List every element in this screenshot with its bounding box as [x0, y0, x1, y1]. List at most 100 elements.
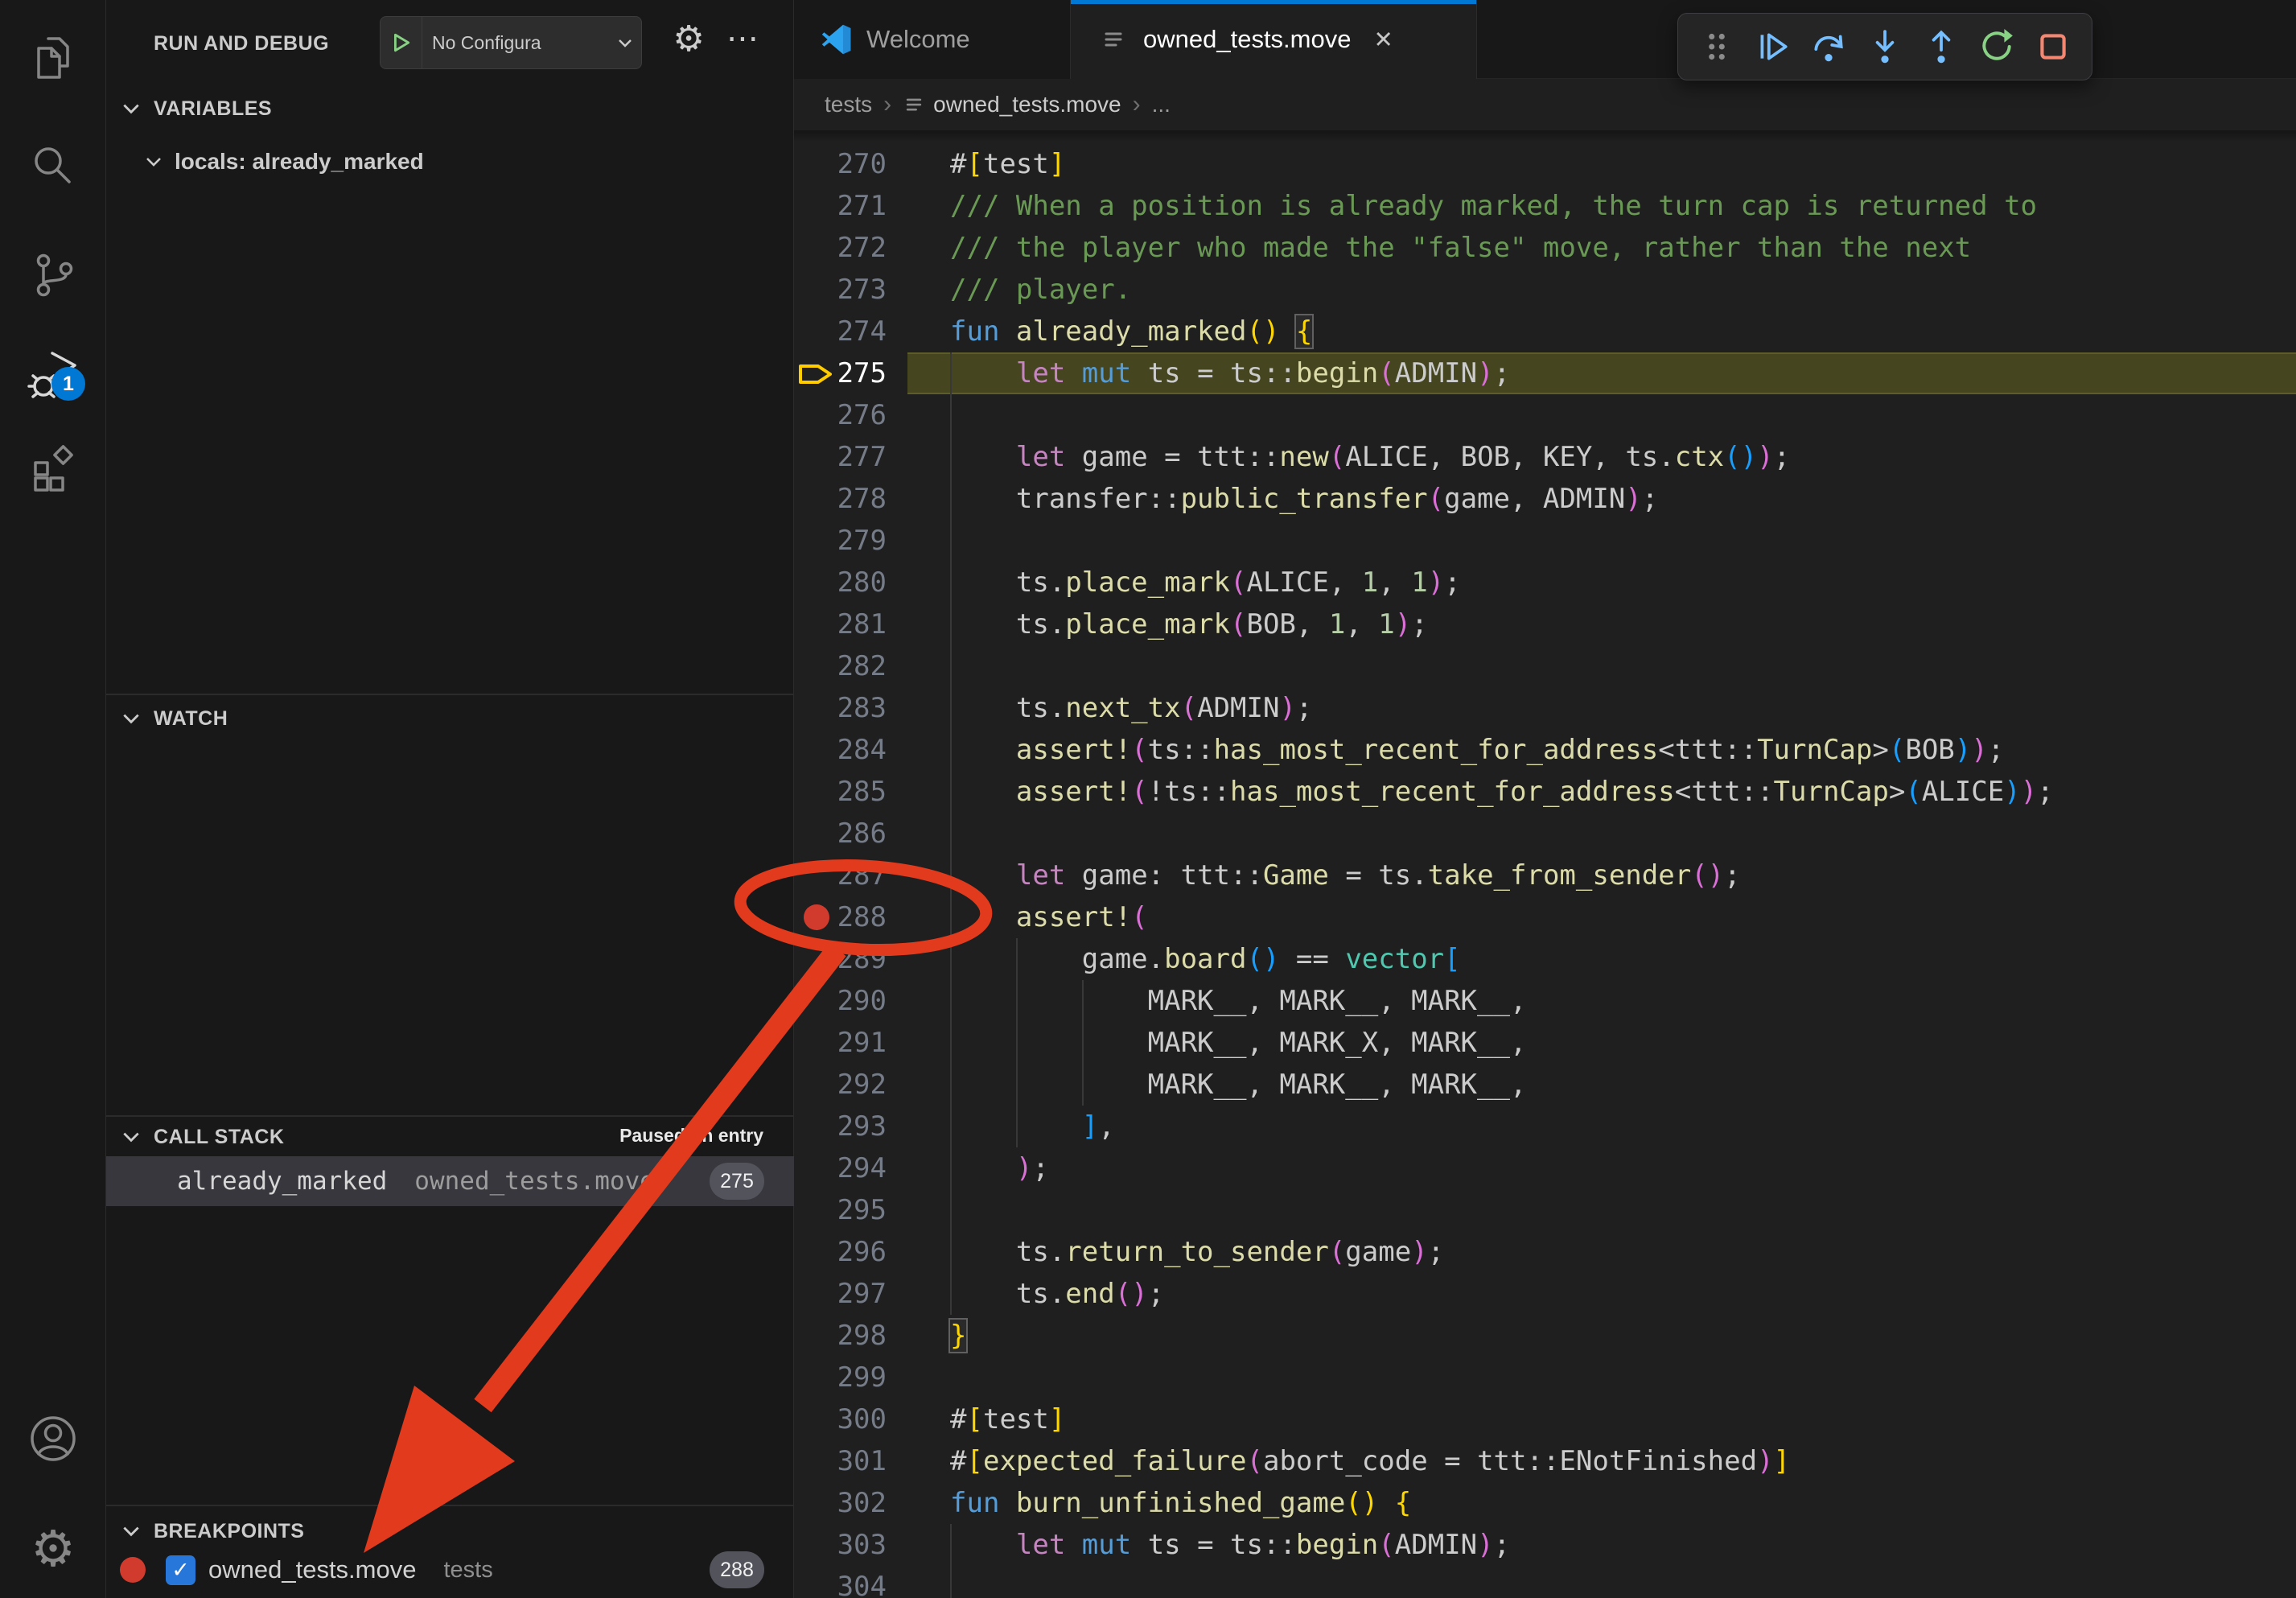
- line-number[interactable]: 275: [794, 352, 887, 394]
- code-line-287[interactable]: 287 let game: ttt::Game = ts.take_from_s…: [794, 855, 2296, 896]
- code-line-289[interactable]: 289 game.board() == vector[: [794, 938, 2296, 980]
- call-stack-frame-row[interactable]: already_marked owned_tests.move 275: [106, 1156, 794, 1206]
- code-line-298[interactable]: 298}: [794, 1315, 2296, 1357]
- breadcrumb-item[interactable]: owned_tests.move: [933, 92, 1121, 117]
- code-line-274[interactable]: 274fun already_marked() {: [794, 311, 2296, 352]
- extensions-icon[interactable]: [27, 441, 80, 494]
- debug-settings-gear-icon[interactable]: ⚙: [665, 14, 713, 63]
- breadcrumb-item[interactable]: ...: [1152, 92, 1171, 117]
- step-into-button[interactable]: [1862, 21, 1907, 72]
- code-line-280[interactable]: 280 ts.place_mark(ALICE, 1, 1);: [794, 562, 2296, 603]
- code-line-277[interactable]: 277 let game = ttt::new(ALICE, BOB, KEY,…: [794, 436, 2296, 478]
- code-line-281[interactable]: 281 ts.place_mark(BOB, 1, 1);: [794, 603, 2296, 645]
- line-number[interactable]: 296: [794, 1231, 887, 1273]
- code-line-272[interactable]: 272/// the player who made the "false" m…: [794, 227, 2296, 269]
- variables-locals-scope[interactable]: locals: already_marked: [106, 142, 794, 182]
- code-line-292[interactable]: 292 MARK__, MARK__, MARK__,: [794, 1064, 2296, 1106]
- line-number[interactable]: 287: [794, 855, 887, 896]
- code-line-293[interactable]: 293 ],: [794, 1106, 2296, 1147]
- code-line-278[interactable]: 278 transfer::public_transfer(game, ADMI…: [794, 478, 2296, 520]
- code-editor[interactable]: 270#[test]271/// When a position is alre…: [794, 130, 2296, 1598]
- more-actions-icon[interactable]: ⋯: [719, 14, 767, 63]
- line-number[interactable]: 303: [794, 1524, 887, 1566]
- code-line-288[interactable]: 288 assert!(: [794, 896, 2296, 938]
- code-line-302[interactable]: 302fun burn_unfinished_game() {: [794, 1482, 2296, 1524]
- line-number[interactable]: 274: [794, 311, 887, 352]
- line-number[interactable]: 270: [794, 143, 887, 185]
- code-line-300[interactable]: 300#[test]: [794, 1398, 2296, 1440]
- line-number[interactable]: 288: [794, 896, 887, 938]
- code-line-283[interactable]: 283 ts.next_tx(ADMIN);: [794, 687, 2296, 729]
- line-number[interactable]: 290: [794, 980, 887, 1022]
- line-number[interactable]: 302: [794, 1482, 887, 1524]
- section-variables[interactable]: VARIABLES: [106, 89, 794, 129]
- line-number[interactable]: 278: [794, 478, 887, 520]
- breadcrumb-item[interactable]: tests: [825, 92, 872, 117]
- line-number[interactable]: 297: [794, 1273, 887, 1315]
- line-number[interactable]: 299: [794, 1357, 887, 1398]
- code-line-303[interactable]: 303 let mut ts = ts::begin(ADMIN);: [794, 1524, 2296, 1566]
- files-icon[interactable]: [27, 33, 80, 86]
- line-number[interactable]: 291: [794, 1022, 887, 1064]
- code-line-290[interactable]: 290 MARK__, MARK__, MARK__,: [794, 980, 2296, 1022]
- search-icon[interactable]: [27, 139, 80, 192]
- code-line-275[interactable]: 275 let mut ts = ts::begin(ADMIN);: [794, 352, 2296, 394]
- code-line-291[interactable]: 291 MARK__, MARK_X, MARK__,: [794, 1022, 2296, 1064]
- code-line-297[interactable]: 297 ts.end();: [794, 1273, 2296, 1315]
- line-number[interactable]: 293: [794, 1106, 887, 1147]
- line-number[interactable]: 277: [794, 436, 887, 478]
- line-number[interactable]: 271: [794, 185, 887, 227]
- line-number[interactable]: 284: [794, 729, 887, 771]
- code-line-276[interactable]: 276: [794, 394, 2296, 436]
- code-line-301[interactable]: 301#[expected_failure(abort_code = ttt::…: [794, 1440, 2296, 1482]
- line-number[interactable]: 301: [794, 1440, 887, 1482]
- debug-configuration-dropdown[interactable]: No Configura: [380, 16, 642, 69]
- code-line-286[interactable]: 286: [794, 813, 2296, 855]
- breakpoint-checkbox[interactable]: ✓: [166, 1555, 195, 1585]
- tab-welcome[interactable]: Welcome: [794, 0, 1071, 79]
- line-number[interactable]: 280: [794, 562, 887, 603]
- code-line-284[interactable]: 284 assert!(ts::has_most_recent_for_addr…: [794, 729, 2296, 771]
- line-number[interactable]: 295: [794, 1189, 887, 1231]
- line-number[interactable]: 282: [794, 645, 887, 687]
- restart-button[interactable]: [1974, 21, 2019, 72]
- code-line-295[interactable]: 295: [794, 1189, 2296, 1231]
- line-number[interactable]: 276: [794, 394, 887, 436]
- code-line-285[interactable]: 285 assert!(!ts::has_most_recent_for_add…: [794, 771, 2296, 813]
- line-number[interactable]: 289: [794, 938, 887, 980]
- step-out-button[interactable]: [1919, 21, 1964, 72]
- code-line-273[interactable]: 273/// player.: [794, 269, 2296, 311]
- code-line-296[interactable]: 296 ts.return_to_sender(game);: [794, 1231, 2296, 1273]
- stop-button[interactable]: [2031, 21, 2076, 72]
- line-number[interactable]: 294: [794, 1147, 887, 1189]
- line-number[interactable]: 300: [794, 1398, 887, 1440]
- code-line-304[interactable]: 304: [794, 1566, 2296, 1598]
- start-debug-icon[interactable]: [381, 17, 422, 68]
- section-breakpoints[interactable]: BREAKPOINTS: [106, 1511, 794, 1551]
- line-number[interactable]: 304: [794, 1566, 887, 1598]
- continue-button[interactable]: [1751, 21, 1796, 72]
- code-line-282[interactable]: 282: [794, 645, 2296, 687]
- account-icon[interactable]: [27, 1412, 80, 1465]
- line-number[interactable]: 273: [794, 269, 887, 311]
- drag-grip-handle[interactable]: [1694, 21, 1739, 72]
- source-control-icon[interactable]: [27, 248, 80, 301]
- code-line-294[interactable]: 294 );: [794, 1147, 2296, 1189]
- line-number[interactable]: 272: [794, 227, 887, 269]
- line-number[interactable]: 286: [794, 813, 887, 855]
- line-number[interactable]: 283: [794, 687, 887, 729]
- line-number[interactable]: 298: [794, 1315, 887, 1357]
- step-over-button[interactable]: [1806, 21, 1851, 72]
- code-line-271[interactable]: 271/// When a position is already marked…: [794, 185, 2296, 227]
- tab-owned-tests-move[interactable]: owned_tests.move✕: [1071, 0, 1477, 79]
- breakpoint-list-item[interactable]: ✓ owned_tests.move tests 288: [106, 1547, 794, 1593]
- close-icon[interactable]: ✕: [1373, 26, 1393, 54]
- line-number[interactable]: 292: [794, 1064, 887, 1106]
- code-line-299[interactable]: 299: [794, 1357, 2296, 1398]
- code-line-270[interactable]: 270#[test]: [794, 143, 2296, 185]
- line-number[interactable]: 279: [794, 520, 887, 562]
- line-number[interactable]: 285: [794, 771, 887, 813]
- settings-icon[interactable]: ⚙: [27, 1523, 80, 1576]
- section-watch[interactable]: WATCH: [106, 698, 794, 739]
- line-number[interactable]: 281: [794, 603, 887, 645]
